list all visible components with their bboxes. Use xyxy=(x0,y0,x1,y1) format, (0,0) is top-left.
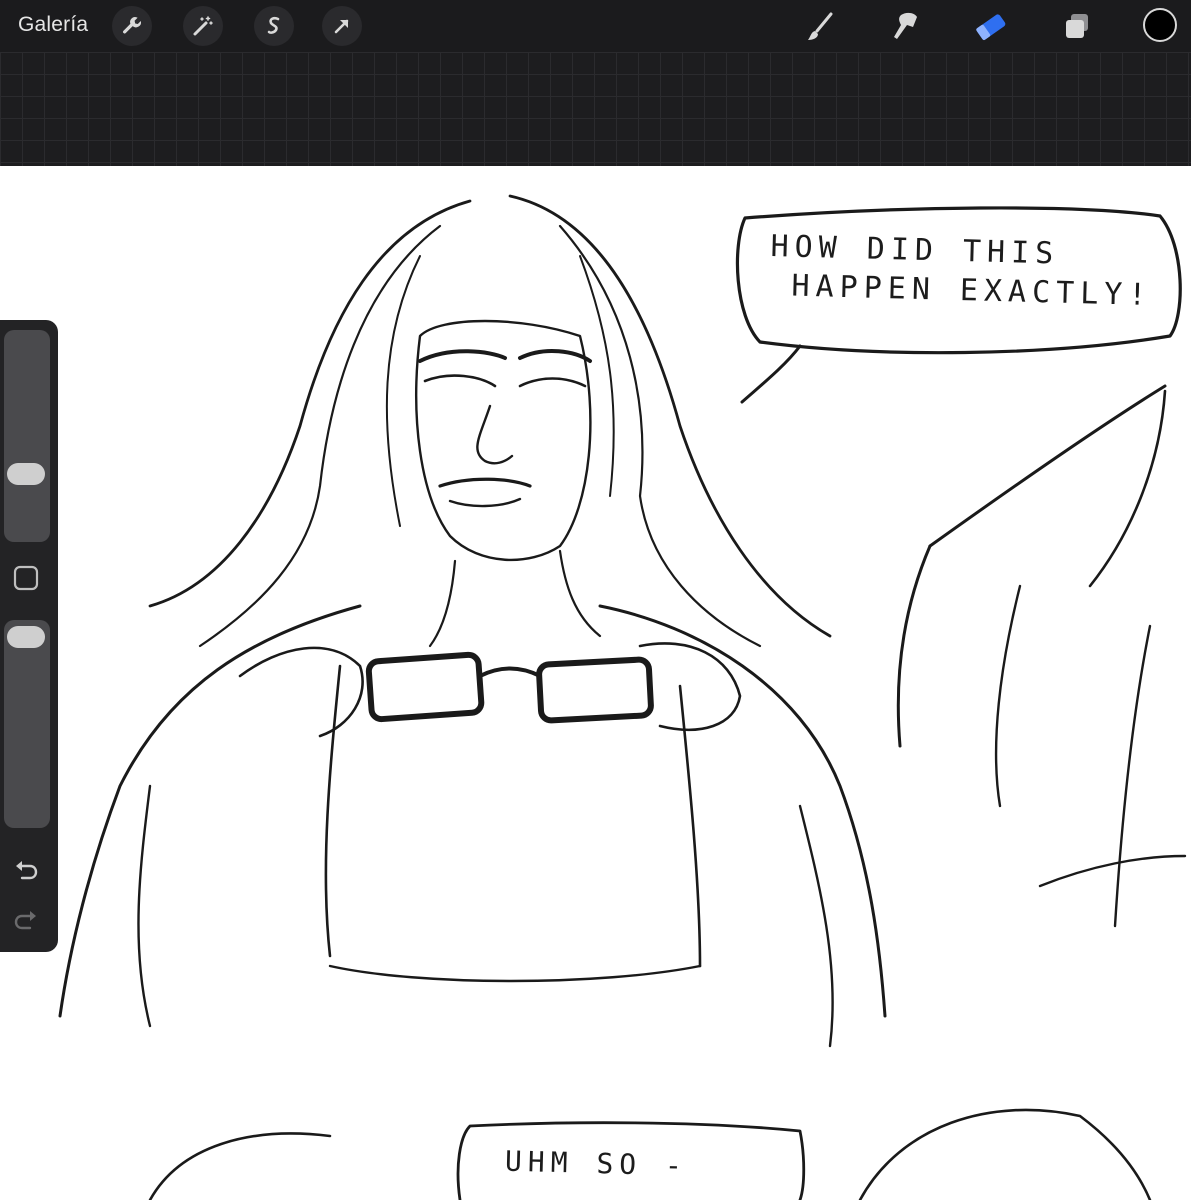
square-icon xyxy=(13,565,39,591)
bubble-2-line-1: UHM SO - xyxy=(504,1144,689,1183)
eraser-icon[interactable] xyxy=(970,6,1012,48)
speech-bubble-text-2: UHM SO - xyxy=(505,1144,689,1185)
magic-wand-icon[interactable] xyxy=(183,6,223,46)
smudge-icon[interactable] xyxy=(884,6,926,48)
brush-size-slider[interactable] xyxy=(4,330,50,542)
redo-icon xyxy=(14,911,36,930)
selection-icon[interactable] xyxy=(254,6,294,46)
brush-icon[interactable] xyxy=(800,6,842,48)
redo-button[interactable] xyxy=(10,904,42,936)
opacity-slider-knob[interactable] xyxy=(7,625,45,648)
undo-icon xyxy=(16,861,38,880)
canvas-background-grid xyxy=(0,52,1191,166)
modify-button[interactable] xyxy=(10,562,42,594)
drawing-canvas[interactable]: HOW DID THIS HAPPEN EXACTLY! UHM SO - xyxy=(0,166,1191,1200)
wrench-icon[interactable] xyxy=(112,6,152,46)
color-picker-swatch[interactable] xyxy=(1143,8,1177,42)
brush-size-slider-knob[interactable] xyxy=(7,463,45,485)
layers-icon[interactable] xyxy=(1056,6,1098,48)
speech-bubble-text-1: HOW DID THIS HAPPEN EXACTLY! xyxy=(769,227,1154,315)
undo-button[interactable] xyxy=(10,854,42,886)
opacity-slider[interactable] xyxy=(4,620,50,828)
top-toolbar: Galería xyxy=(0,0,1191,52)
sketch-artwork xyxy=(58,194,1187,1200)
transform-arrow-icon[interactable] xyxy=(322,6,362,46)
gallery-button[interactable]: Galería xyxy=(18,13,88,37)
left-sidebar xyxy=(0,320,58,952)
